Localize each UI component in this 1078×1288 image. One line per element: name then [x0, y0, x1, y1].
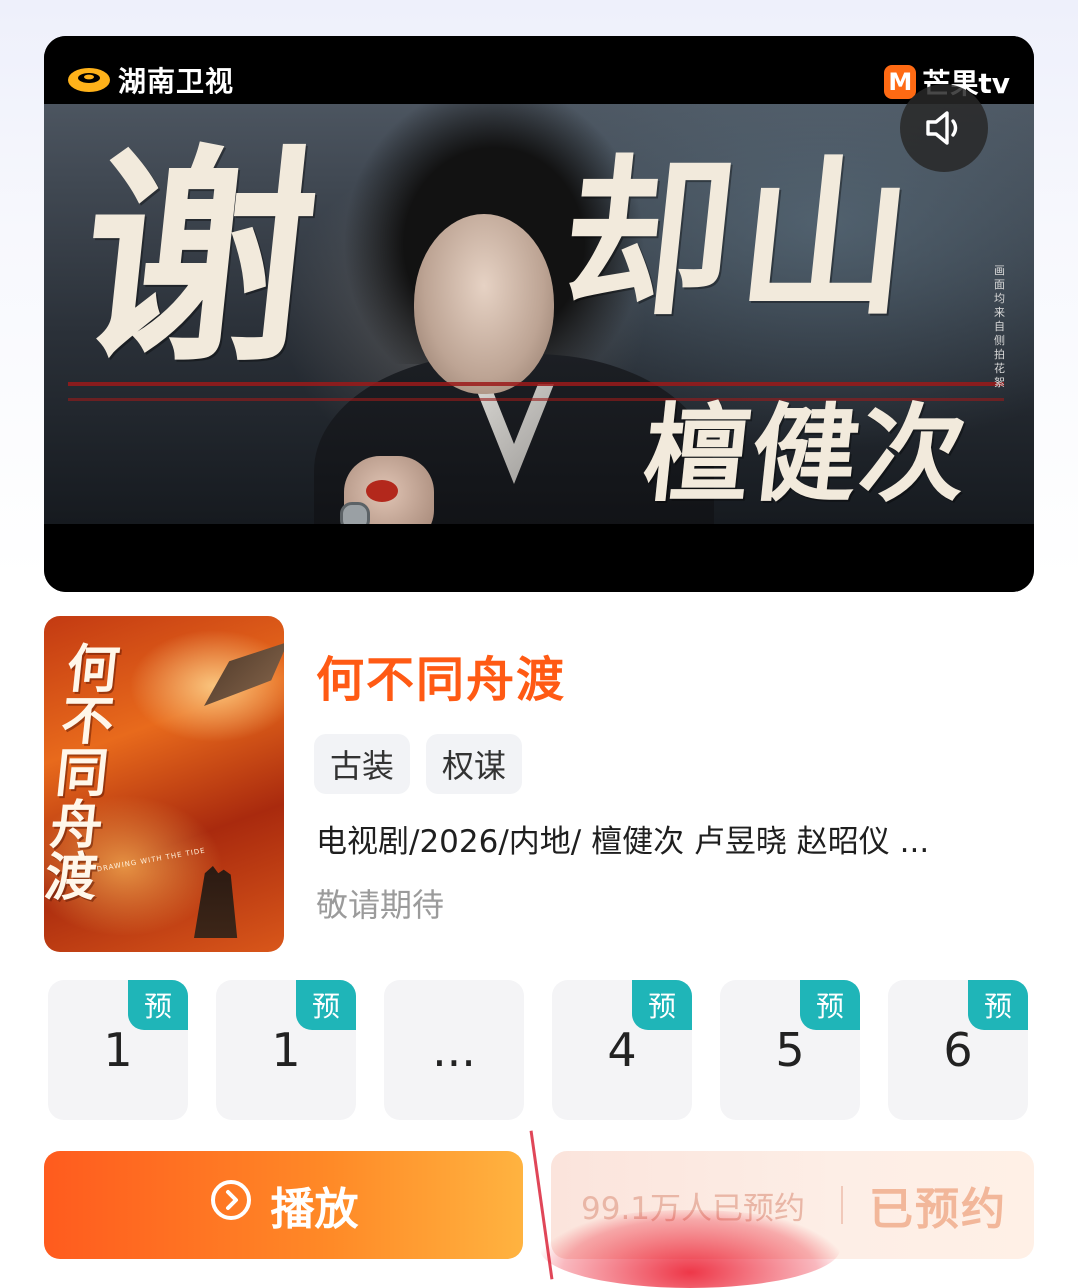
genre-tag[interactable]: 权谋	[426, 734, 523, 794]
episode-list: 1 预 1 预 ... 4 预 5 预 6 预	[48, 980, 1028, 1120]
release-status: 敬请期待	[316, 886, 445, 924]
episode-number: 1	[103, 1023, 133, 1077]
play-button-label: 播放	[270, 1184, 359, 1235]
speaker-icon[interactable]	[900, 84, 988, 172]
genre-tag[interactable]: 古装	[314, 734, 411, 794]
preview-badge: 预	[632, 980, 692, 1030]
poster-boat	[204, 642, 284, 706]
reserve-divider	[841, 1186, 844, 1224]
video-letterbox-bottom	[44, 524, 1034, 592]
poster-figures	[194, 866, 238, 938]
episode-number: 6	[943, 1023, 973, 1077]
play-button[interactable]: 播放	[44, 1151, 523, 1259]
genre-tags: 古装 权谋	[314, 734, 523, 794]
episode-more[interactable]: ...	[384, 980, 524, 1120]
preview-badge: 预	[128, 980, 188, 1030]
hunan-tv-logo: 湖南卫视	[66, 60, 234, 100]
preview-badge: 预	[296, 980, 356, 1030]
episode-number: 1	[271, 1023, 301, 1077]
episode-number: 4	[607, 1023, 637, 1077]
hunan-tv-mark-icon	[66, 65, 112, 95]
video-player[interactable]: 谢 却山 檀健次 画面均来自侧拍花絮 湖南卫视 M 芒果tv	[44, 36, 1034, 592]
episode-item[interactable]: 4 预	[552, 980, 692, 1120]
show-poster[interactable]: 何不同舟渡 DRAWING WITH THE TIDE	[44, 616, 284, 952]
overlay-character-name-rest: 却山	[553, 139, 927, 339]
play-circle-icon	[209, 1178, 253, 1233]
episode-item[interactable]: 1 预	[48, 980, 188, 1120]
episode-item[interactable]: 6 预	[888, 980, 1028, 1120]
video-figure-face	[414, 214, 554, 394]
episode-more-label: ...	[432, 1023, 476, 1077]
hunan-tv-logo-text: 湖南卫视	[118, 65, 235, 98]
overlay-character-name-first: 谢	[69, 124, 331, 394]
show-title: 何不同舟渡	[316, 652, 567, 708]
episode-number: 5	[775, 1023, 805, 1077]
overlay-side-note: 画面均来自侧拍花絮	[994, 264, 1005, 389]
mango-tv-mark-icon: M	[884, 65, 917, 99]
reserve-label: 已预约	[869, 1184, 1008, 1235]
red-annotation-mark	[540, 1210, 840, 1288]
show-meta[interactable]: 电视剧/2026/内地/ 檀健次 卢昱晓 赵昭仪 ...	[316, 816, 1016, 861]
overlay-actor-name: 檀健次	[637, 391, 975, 516]
episode-item[interactable]: 5 预	[720, 980, 860, 1120]
episode-item[interactable]: 1 预	[216, 980, 356, 1120]
preview-badge: 预	[968, 980, 1028, 1030]
video-frame[interactable]: 谢 却山 檀健次 画面均来自侧拍花絮	[44, 104, 1034, 524]
preview-badge: 预	[800, 980, 860, 1030]
video-silver-ring	[340, 502, 370, 524]
video-red-ring	[366, 480, 398, 502]
